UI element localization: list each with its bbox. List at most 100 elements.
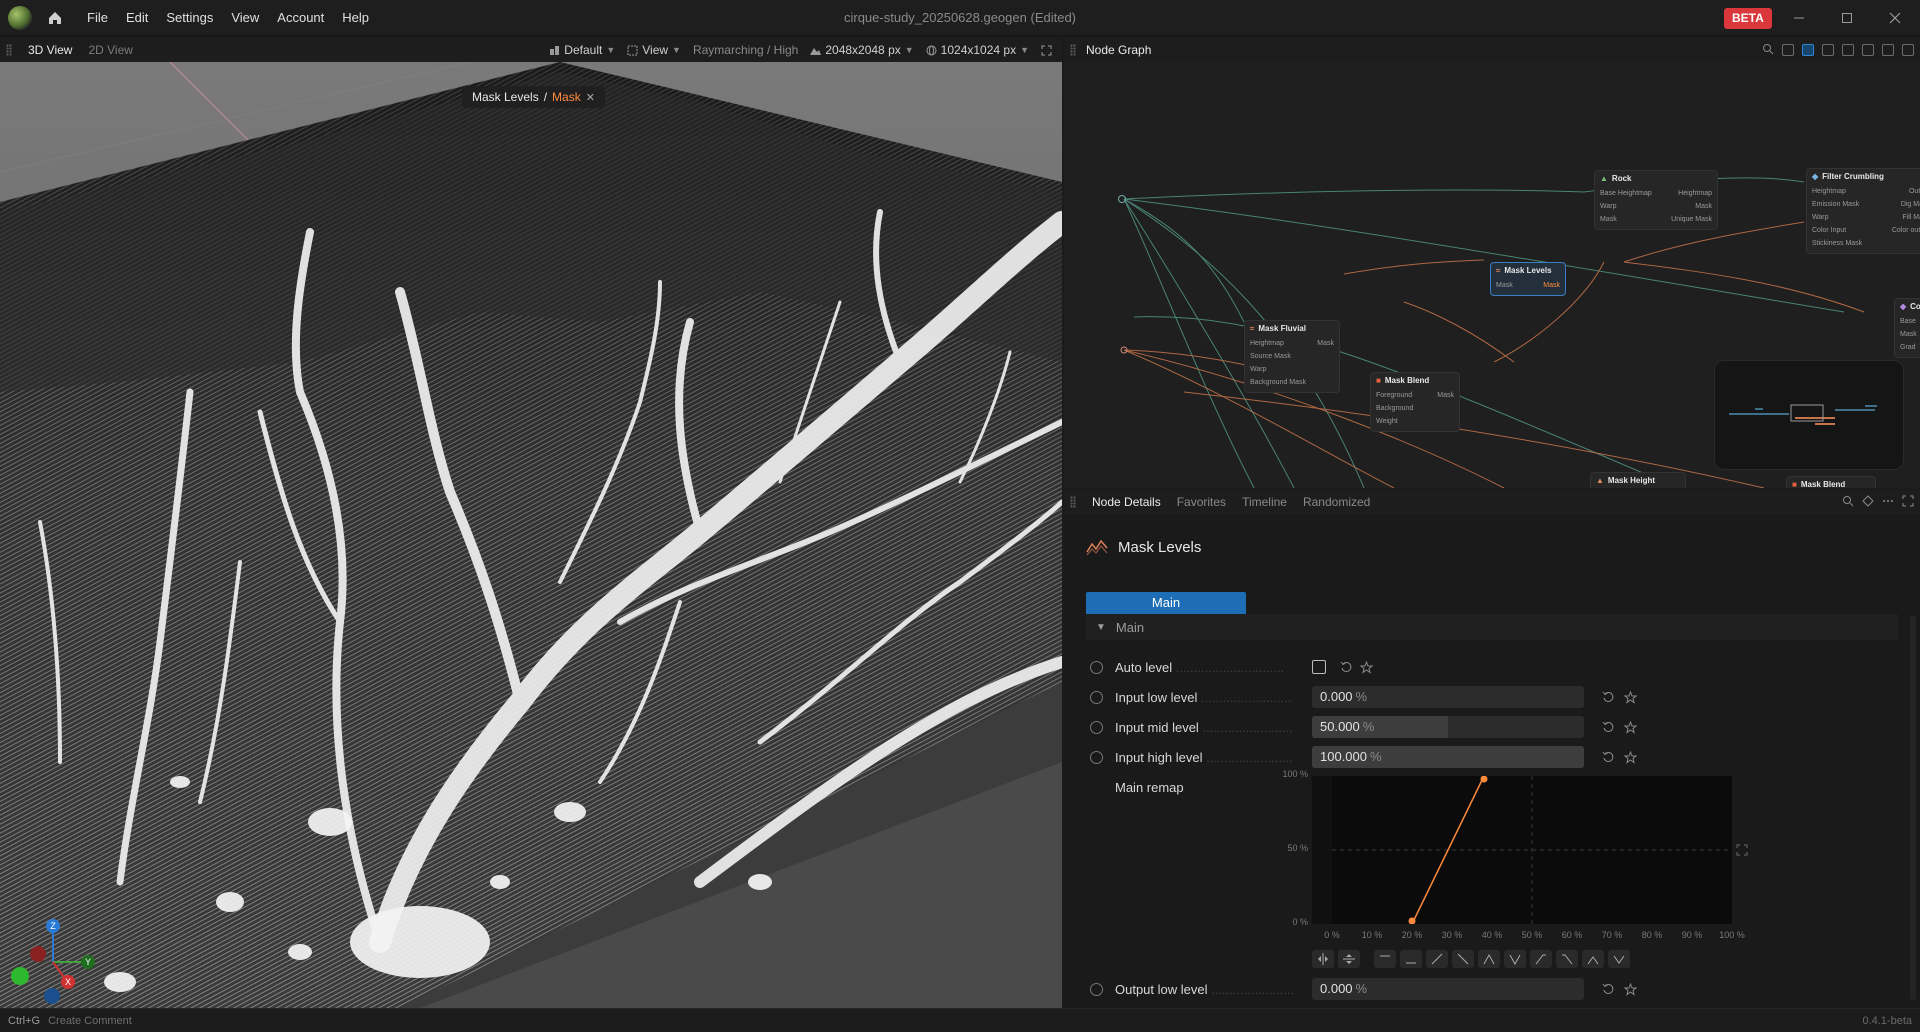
close-icon[interactable]: ✕ <box>586 91 595 104</box>
node-input[interactable]: Stickiness Mask <box>1812 237 1862 250</box>
remap-curve-editor[interactable] <box>1312 776 1756 924</box>
layout-icon[interactable] <box>1802 44 1814 56</box>
drag-handle-icon[interactable] <box>1070 496 1076 508</box>
expose-radio[interactable] <box>1090 690 1103 704</box>
fullscreen-icon[interactable] <box>1902 44 1914 56</box>
minimize-button[interactable] <box>1776 0 1822 36</box>
expand-icon[interactable] <box>1734 842 1750 858</box>
tab-node-details[interactable]: Node Details <box>1084 490 1169 514</box>
tab-3d-view[interactable]: 3D View <box>20 38 80 62</box>
node-output[interactable]: Unique Mask <box>1671 213 1712 226</box>
search-icon[interactable] <box>1762 43 1774 58</box>
group-icon[interactable] <box>1822 44 1834 56</box>
home-icon[interactable] <box>46 9 64 27</box>
menu-account[interactable]: Account <box>268 0 333 36</box>
tab-timeline[interactable]: Timeline <box>1234 490 1295 514</box>
details-scrollbar[interactable] <box>1910 615 1916 1000</box>
node-input[interactable]: Emission Mask <box>1812 198 1859 211</box>
render-mode[interactable]: Raymarching / High <box>689 43 802 57</box>
fullscreen-button[interactable] <box>1037 45 1056 56</box>
node-input[interactable]: Heightmap <box>1812 185 1846 198</box>
tab-favorites[interactable]: Favorites <box>1169 490 1234 514</box>
expose-radio[interactable] <box>1090 720 1103 734</box>
node-input[interactable]: Background <box>1376 402 1413 415</box>
reset-icon[interactable] <box>1600 719 1616 735</box>
preset-tent-icon[interactable] <box>1582 950 1604 968</box>
expose-radio[interactable] <box>1090 982 1103 996</box>
node-output[interactable]: Dig Mask <box>1901 198 1920 211</box>
node-breadcrumb[interactable]: Mask Levels / Mask ✕ <box>462 86 605 108</box>
list-icon[interactable] <box>1782 44 1794 56</box>
expose-radio[interactable] <box>1090 750 1103 764</box>
frame-icon[interactable] <box>1862 44 1874 56</box>
diamond-icon[interactable] <box>1862 494 1874 510</box>
node-color[interactable]: ◆Col Base Mask Grad <box>1894 298 1920 358</box>
menu-view[interactable]: View <box>222 0 268 36</box>
node-output[interactable]: Mask <box>1695 200 1712 213</box>
preset-inverse-icon[interactable] <box>1452 950 1474 968</box>
flip-vertical-icon[interactable] <box>1338 950 1360 968</box>
fullscreen-icon[interactable] <box>1902 495 1914 510</box>
output-low-level-field[interactable]: 0.000% <box>1312 978 1584 1000</box>
reset-icon[interactable] <box>1600 981 1616 997</box>
expose-radio[interactable] <box>1090 660 1103 674</box>
node-output[interactable]: Mask <box>1317 337 1334 350</box>
node-filter-crumbling[interactable]: ◆Filter Crumbling Heightmap Output Emissi… <box>1806 168 1920 254</box>
star-icon[interactable] <box>1622 749 1638 765</box>
input-high-level-field[interactable]: 100.000% <box>1312 746 1584 768</box>
node-mask-blend-2[interactable]: ■ Mask Blend <box>1786 476 1876 488</box>
node-output[interactable]: Mask <box>1437 389 1454 402</box>
3d-viewport[interactable]: Mask Levels / Mask ✕ Z Y X <box>0 62 1062 1008</box>
input-mid-level-field[interactable]: 50.000% <box>1312 716 1584 738</box>
preset-ramp-icon[interactable] <box>1530 950 1552 968</box>
node-graph-canvas[interactable]: ▲ Rock Base Heightmap Heightmap Warp Mask M… <box>1064 62 1920 488</box>
node-input[interactable]: Base Heightmap <box>1600 187 1652 200</box>
node-output[interactable]: Color output <box>1892 224 1920 237</box>
star-icon[interactable] <box>1622 981 1638 997</box>
preset-high-icon[interactable] <box>1374 950 1396 968</box>
menu-settings[interactable]: Settings <box>157 0 222 36</box>
reset-icon[interactable] <box>1600 749 1616 765</box>
drag-handle-icon[interactable] <box>1070 44 1076 56</box>
preset-select[interactable]: Default ▼ <box>545 43 619 57</box>
input-low-level-field[interactable]: 0.000% <box>1312 686 1584 708</box>
tab-randomized[interactable]: Randomized <box>1295 490 1378 514</box>
node-input[interactable]: Foreground <box>1376 389 1412 402</box>
resolution-select-b[interactable]: 1024x1024 px ▼ <box>922 43 1033 57</box>
star-icon[interactable] <box>1622 689 1638 705</box>
fit-view-icon[interactable] <box>1882 44 1894 56</box>
reset-icon[interactable] <box>1600 689 1616 705</box>
graph-minimap[interactable] <box>1714 360 1904 470</box>
star-icon[interactable] <box>1358 659 1374 675</box>
node-output[interactable]: Output <box>1909 185 1920 198</box>
preset-linear-icon[interactable] <box>1426 950 1448 968</box>
node-mask-levels[interactable]: ≈ Mask Levels Mask Mask <box>1490 262 1566 296</box>
node-input[interactable]: Warp <box>1812 211 1828 224</box>
node-input[interactable]: Warp <box>1250 363 1266 376</box>
collapse-icon[interactable] <box>1842 44 1854 56</box>
axis-gizmo[interactable]: Z Y X <box>8 914 98 1004</box>
menu-edit[interactable]: Edit <box>117 0 157 36</box>
node-input[interactable]: Heightmap <box>1250 337 1284 350</box>
flip-horizontal-icon[interactable] <box>1312 950 1334 968</box>
preset-notch-icon[interactable] <box>1608 950 1630 968</box>
node-output[interactable]: Heightmap <box>1678 187 1712 200</box>
node-mask-height[interactable]: ▲ Mask Height <box>1590 472 1686 488</box>
reset-icon[interactable] <box>1338 659 1354 675</box>
close-button[interactable] <box>1872 0 1918 36</box>
preset-peak-icon[interactable] <box>1478 950 1500 968</box>
preset-low-icon[interactable] <box>1400 950 1422 968</box>
node-input[interactable]: Mask <box>1600 213 1617 226</box>
more-icon[interactable] <box>1882 495 1894 510</box>
resolution-select-a[interactable]: 2048x2048 px ▼ <box>806 43 917 57</box>
node-input[interactable]: Warp <box>1600 200 1616 213</box>
drag-handle-icon[interactable] <box>6 44 12 56</box>
star-icon[interactable] <box>1622 719 1638 735</box>
node-input[interactable]: Color Input <box>1812 224 1846 237</box>
node-output[interactable]: Mask <box>1543 279 1560 292</box>
node-input[interactable]: Grad <box>1900 341 1916 354</box>
view-menu[interactable]: View ▼ <box>623 43 685 57</box>
node-mask-blend[interactable]: ■ Mask Blend Foreground Mask Background We… <box>1370 372 1460 432</box>
preset-valley-icon[interactable] <box>1504 950 1526 968</box>
node-input[interactable]: Weight <box>1376 415 1398 428</box>
